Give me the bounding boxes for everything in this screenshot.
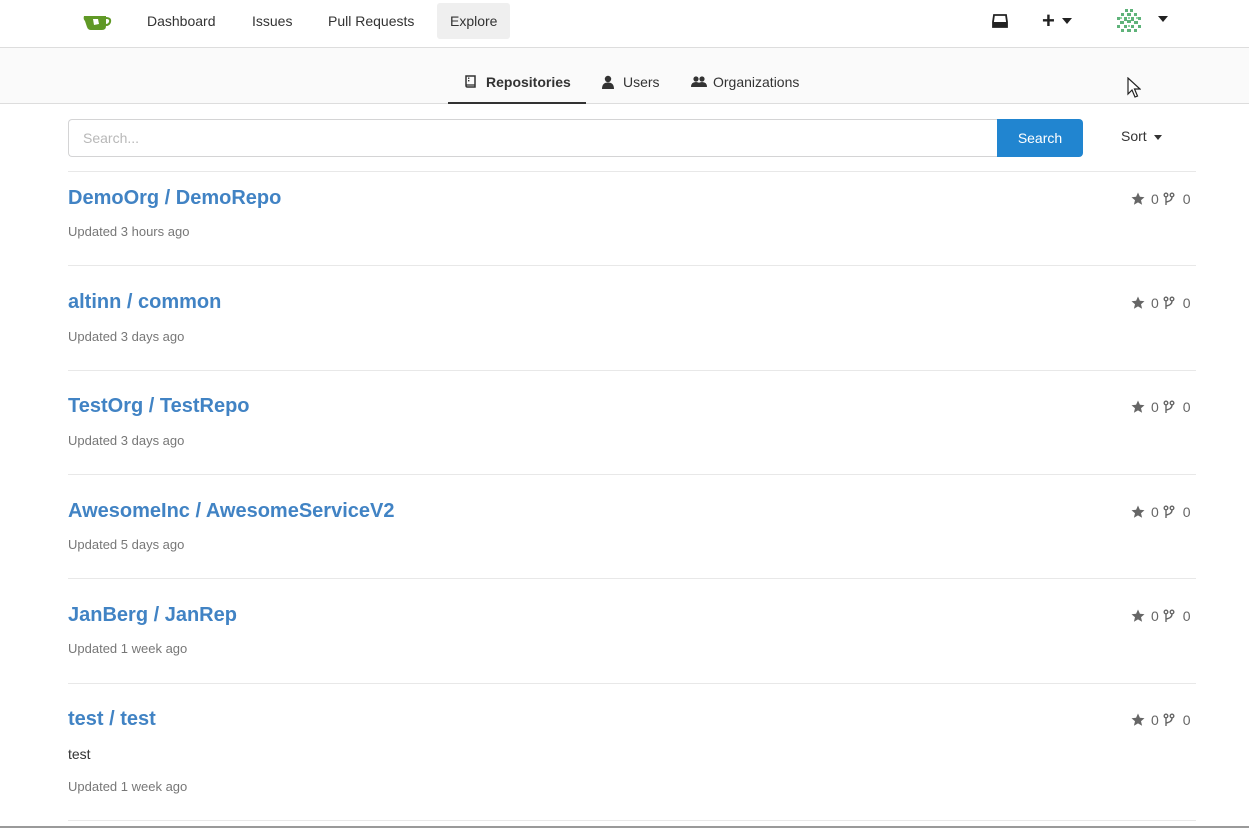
repo-updated-time: Updated 3 days ago [68, 329, 185, 344]
fork-count: 0 [1182, 399, 1191, 415]
repo-updated-time: Updated 1 week ago [68, 779, 188, 794]
organization-icon [691, 76, 707, 87]
repo-updated-time: Updated 1 week ago [68, 641, 188, 656]
tab-repositories[interactable]: Repositories [448, 62, 586, 104]
mouse-cursor-icon [1127, 77, 1141, 98]
fork-icon [1163, 192, 1175, 205]
fork-icon [1163, 296, 1175, 309]
repo-stats: 0 0 [1131, 191, 1195, 207]
repo-stats: 0 0 [1131, 608, 1195, 624]
star-icon [1131, 400, 1145, 413]
divider [68, 820, 1196, 821]
repo-title-link[interactable]: TestOrg / TestRepo [68, 395, 250, 418]
search-button[interactable]: Search [997, 119, 1083, 157]
star-count: 0 [1151, 712, 1159, 728]
divider [68, 474, 1196, 475]
star-count: 0 [1151, 504, 1159, 520]
repo-updated-time: Updated 5 days ago [68, 537, 185, 552]
explore-tabs: Repositories Users Organizations [0, 48, 1249, 104]
repo-stats: 0 0 [1131, 295, 1195, 311]
repo-title-link[interactable]: altinn / common [68, 291, 221, 314]
repo-title-link[interactable]: AwesomeInc / AwesomeServiceV2 [68, 500, 394, 523]
star-icon [1131, 609, 1145, 622]
repo-updated-time: Updated 3 hours ago [68, 224, 190, 239]
user-menu[interactable] [1116, 8, 1172, 36]
repo-stats: 0 0 [1131, 504, 1195, 520]
tab-label: Repositories [486, 74, 571, 90]
repo-stats: 0 0 [1131, 712, 1195, 728]
divider [68, 265, 1196, 266]
tab-users[interactable]: Users [601, 62, 660, 104]
fork-count: 0 [1182, 191, 1191, 207]
repo-description: test [68, 746, 91, 762]
nav-explore[interactable]: Explore [437, 3, 511, 39]
sort-dropdown[interactable]: Sort [1121, 128, 1162, 148]
search-input[interactable] [68, 119, 998, 157]
divider [68, 578, 1196, 579]
star-icon [1131, 296, 1145, 309]
divider [68, 683, 1196, 684]
caret-down-icon [1154, 135, 1162, 140]
gitea-logo-icon[interactable] [82, 10, 112, 32]
fork-count: 0 [1182, 504, 1191, 520]
user-icon [602, 75, 614, 89]
fork-icon [1163, 609, 1175, 622]
repo-book-icon [465, 75, 476, 88]
star-count: 0 [1151, 295, 1159, 311]
repo-updated-time: Updated 3 days ago [68, 433, 185, 448]
fork-count: 0 [1182, 608, 1191, 624]
fork-icon [1163, 400, 1175, 413]
plus-icon: + [1042, 8, 1055, 33]
star-icon [1131, 192, 1145, 205]
divider [68, 370, 1196, 371]
sort-label: Sort [1121, 128, 1147, 144]
repo-title-link[interactable]: DemoOrg / DemoRepo [68, 187, 281, 210]
fork-count: 0 [1182, 295, 1191, 311]
star-count: 0 [1151, 399, 1159, 415]
repo-title-link[interactable]: JanBerg / JanRep [68, 604, 237, 627]
repo-title-link[interactable]: test / test [68, 708, 156, 731]
caret-down-icon [1158, 16, 1168, 22]
star-icon [1131, 505, 1145, 518]
fork-icon [1163, 713, 1175, 726]
create-new-menu[interactable]: + [1042, 8, 1082, 34]
star-icon [1131, 713, 1145, 726]
top-navbar: Dashboard Issues Pull Requests Explore + [0, 0, 1249, 48]
fork-icon [1163, 505, 1175, 518]
tab-organizations[interactable]: Organizations [691, 62, 799, 104]
inbox-icon[interactable] [991, 12, 1009, 30]
fork-count: 0 [1182, 712, 1191, 728]
tab-label: Users [623, 74, 660, 90]
star-count: 0 [1151, 608, 1159, 624]
nav-issues[interactable]: Issues [239, 3, 305, 39]
nav-dashboard[interactable]: Dashboard [134, 3, 229, 39]
caret-down-icon [1062, 18, 1072, 24]
divider [68, 171, 1196, 172]
star-count: 0 [1151, 191, 1159, 207]
nav-pull-requests[interactable]: Pull Requests [315, 3, 427, 39]
repo-stats: 0 0 [1131, 399, 1195, 415]
avatar [1116, 8, 1142, 34]
tab-label: Organizations [713, 74, 800, 90]
